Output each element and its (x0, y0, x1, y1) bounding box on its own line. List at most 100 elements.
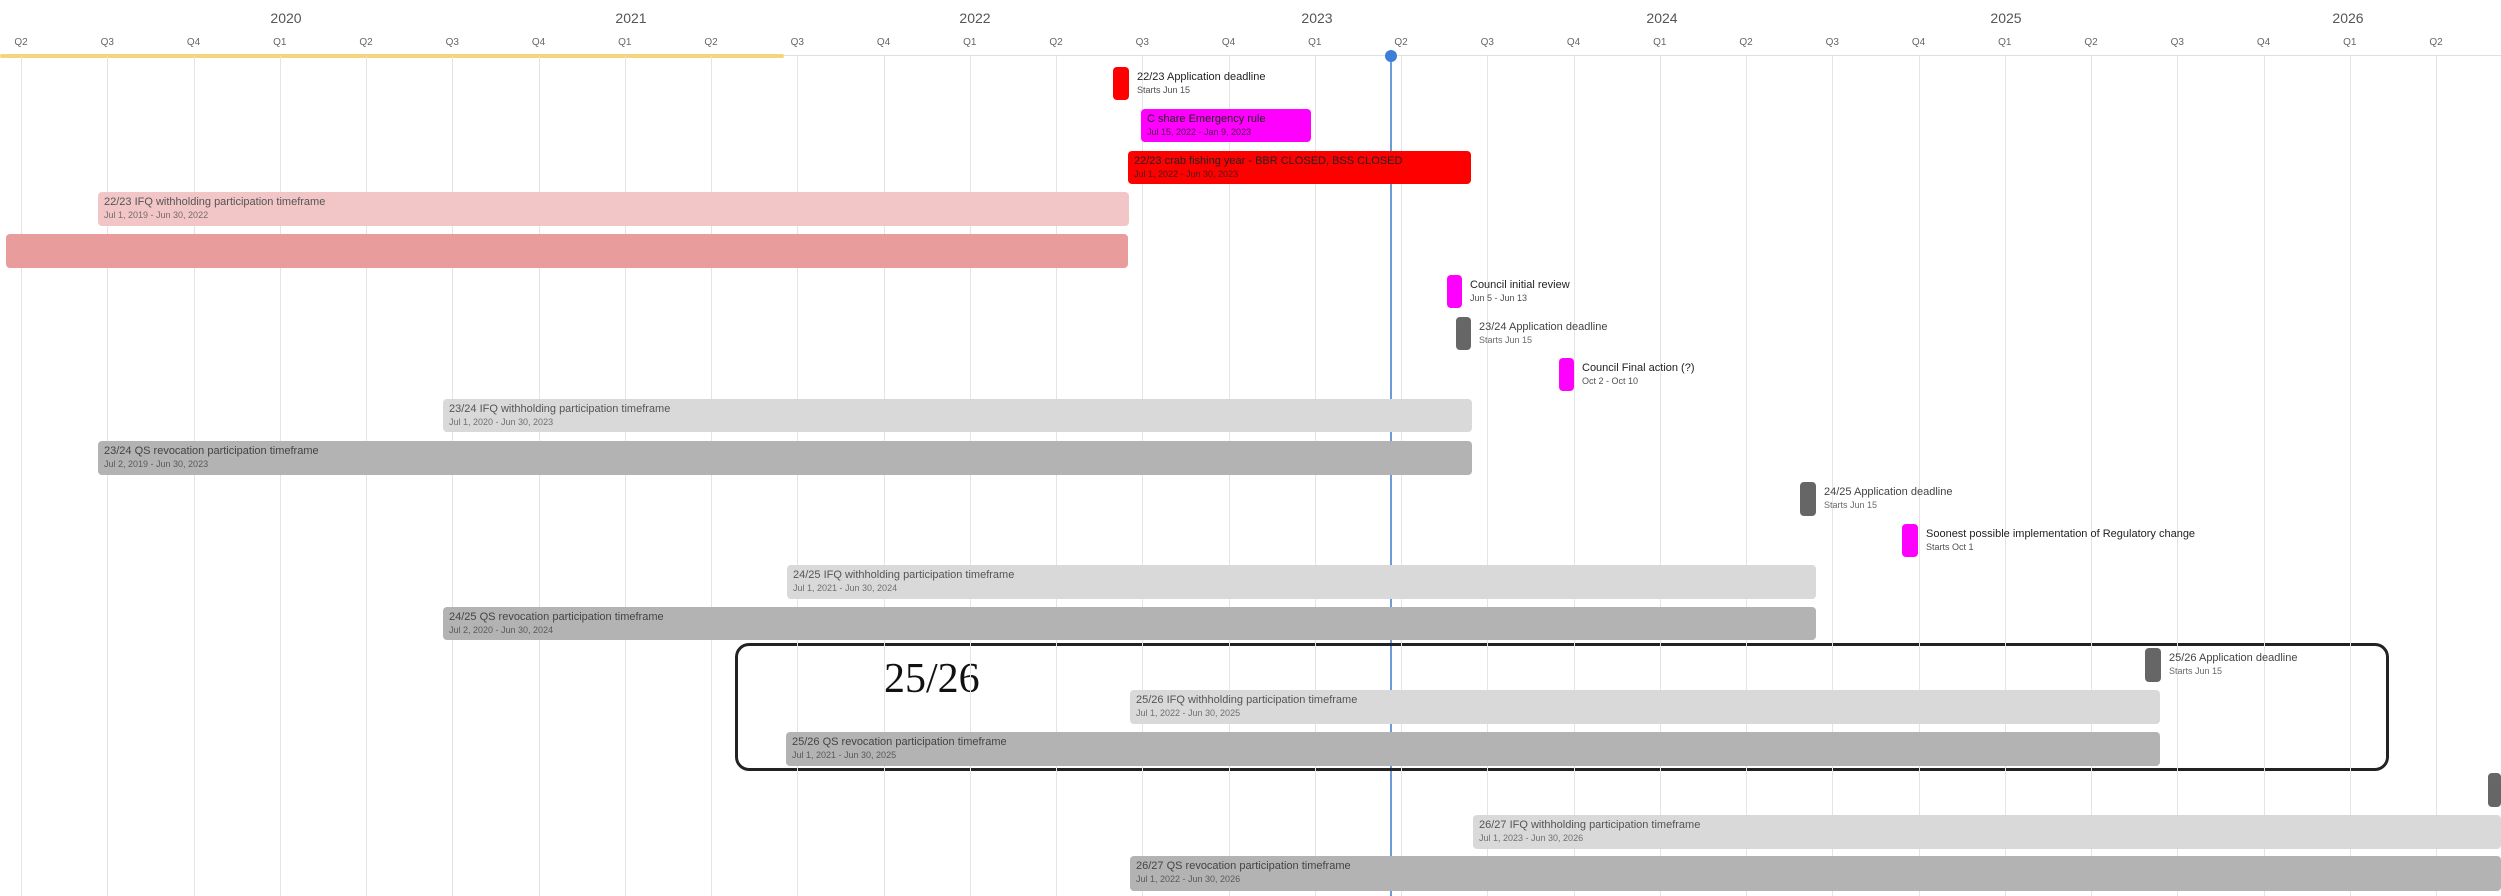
quarter-gridline (625, 56, 626, 896)
quarter-label: Q4 (1911, 37, 1926, 48)
quarter-gridline (2091, 56, 2092, 896)
task-bar[interactable] (2488, 773, 2501, 807)
task-dates: Jul 1, 2021 - Jun 30, 2024 (793, 582, 898, 593)
task-label: 24/25 IFQ withholding participation time… (793, 569, 1014, 594)
quarter-label: Q4 (1566, 37, 1581, 48)
quarter-gridline (797, 56, 798, 896)
quarter-gridline (21, 56, 22, 896)
task-dates: Jul 2, 2019 - Jun 30, 2023 (104, 458, 209, 469)
quarter-gridline (2350, 56, 2351, 896)
task-dates: Jul 1, 2022 - Jun 30, 2023 (1134, 168, 1239, 179)
task-title: Council initial review (1470, 279, 1570, 291)
quarter-label: Q1 (1653, 37, 1667, 48)
quarter-label: Q4 (2256, 37, 2271, 48)
task-label: 22/23 IFQ withholding participation time… (104, 196, 325, 221)
quarter-gridline (1919, 56, 1920, 896)
quarter-label: Q3 (445, 37, 459, 48)
task-label: 22/23 Application deadline Starts Jun 15 (1137, 71, 1265, 96)
task-dates: Starts Jun 15 (1479, 334, 1533, 345)
task-bar[interactable] (1447, 275, 1462, 308)
task-bar[interactable] (1559, 358, 1574, 391)
task-title: 26/27 QS revocation participation timefr… (1136, 860, 1351, 872)
task-title: 22/23 Application deadline (1137, 71, 1266, 83)
task-title: 25/26 IFQ withholding participation time… (1136, 694, 1358, 706)
quarter-gridline (2005, 56, 2006, 896)
task-dates: Jul 2, 2020 - Jun 30, 2024 (449, 624, 554, 635)
task-dates: Jul 1, 2021 - Jun 30, 2025 (792, 749, 897, 760)
quarter-label: Q1 (273, 37, 287, 48)
quarter-label: Q1 (1308, 37, 1322, 48)
task-title: C share Emergency rule (1147, 113, 1266, 125)
quarter-label: Q3 (1825, 37, 1839, 48)
quarter-gridline (711, 56, 712, 896)
quarter-gridline (452, 56, 453, 896)
task-label: Soonest possible implementation of Regul… (1926, 528, 2195, 553)
task-bar[interactable] (1456, 317, 1471, 350)
task-label: 23/24 IFQ withholding participation time… (449, 403, 670, 428)
task-dates: Jul 1, 2023 - Jun 30, 2026 (1479, 832, 1584, 843)
quarter-label: Q4 (876, 37, 891, 48)
quarter-label: Q1 (2343, 37, 2357, 48)
quarter-label: Q4 (531, 37, 546, 48)
task-label: Council initial review Jun 5 - Jun 13 (1470, 279, 1570, 304)
quarter-label: Q3 (790, 37, 804, 48)
task-title: 23/24 QS revocation participation timefr… (104, 445, 319, 457)
quarter-gridline (2436, 56, 2437, 896)
task-label: 26/27 QS revocation participation timefr… (1136, 860, 1351, 885)
task-title: 23/24 IFQ withholding participation time… (449, 403, 671, 415)
quarter-label: Q4 (1221, 37, 1236, 48)
year-label: 2022 (959, 10, 991, 26)
quarter-label: Q2 (704, 37, 718, 48)
quarter-gridline (1746, 56, 1747, 896)
quarter-gridline (107, 56, 108, 896)
quarter-label: Q3 (100, 37, 114, 48)
quarter-gridline (1832, 56, 1833, 896)
today-marker-dot[interactable] (1385, 50, 1397, 62)
task-bar[interactable] (1800, 482, 1816, 516)
task-label: 25/26 IFQ withholding participation time… (1136, 694, 1357, 719)
task-title: Council Final action (?) (1582, 362, 1695, 374)
quarter-label: Q4 (186, 37, 201, 48)
task-bar[interactable] (1113, 67, 1129, 100)
quarter-label: Q2 (14, 37, 28, 48)
task-dates: Starts Jun 15 (2169, 665, 2223, 676)
task-dates: Jul 15, 2022 - Jan 9, 2023 (1147, 126, 1252, 137)
quarter-gridline (1056, 56, 1057, 896)
year-label: 2026 (2332, 10, 2364, 26)
task-title: 23/24 Application deadline (1479, 321, 1608, 333)
quarter-gridline (884, 56, 885, 896)
task-bar[interactable] (2145, 648, 2161, 682)
task-dates: Jul 1, 2020 - Jun 30, 2023 (449, 416, 554, 427)
quarter-label: Q2 (2429, 37, 2443, 48)
task-label: 22/23 crab fishing year - BBR CLOSED, BS… (1134, 155, 1402, 180)
task-dates: Jul 1, 2022 - Jun 30, 2025 (1136, 707, 1241, 718)
quarter-label: Q2 (1739, 37, 1753, 48)
highlight-annotation-label: 25/26 (884, 656, 980, 702)
task-title: 24/25 IFQ withholding participation time… (793, 569, 1015, 581)
year-label: 2025 (1990, 10, 2022, 26)
task-dates: Jun 5 - Jun 13 (1470, 292, 1528, 303)
task-dates: Oct 2 - Oct 10 (1582, 375, 1639, 386)
quarter-gridline (194, 56, 195, 896)
task-title: 25/26 Application deadline (2169, 652, 2298, 664)
quarter-label: Q2 (1394, 37, 1408, 48)
quarter-gridline (1487, 56, 1488, 896)
task-title: 22/23 IFQ withholding participation time… (104, 196, 326, 208)
quarter-gridline (539, 56, 540, 896)
task-title: 24/25 Application deadline (1824, 486, 1953, 498)
task-dates: Jul 1, 2019 - Jun 30, 2022 (104, 209, 209, 220)
task-label: C share Emergency rule Jul 15, 2022 - Jan… (1147, 113, 1266, 138)
task-dates: Starts Jun 15 (1137, 84, 1191, 95)
task-label: 23/24 QS revocation participation timefr… (104, 445, 319, 470)
task-label: 25/26 Application deadline Starts Jun 15 (2169, 652, 2297, 677)
task-title: 26/27 IFQ withholding participation time… (1479, 819, 1701, 831)
quarter-gridline (970, 56, 971, 896)
quarter-label: Q1 (618, 37, 632, 48)
task-title: Soonest possible implementation of Regul… (1926, 528, 2196, 540)
task-bar[interactable] (1902, 524, 1918, 557)
quarter-label: Q2 (2084, 37, 2098, 48)
task-bar[interactable] (6, 234, 1128, 268)
quarter-gridline (1574, 56, 1575, 896)
quarter-label: Q1 (963, 37, 977, 48)
gantt-timeline: 25/26 Q2 Q3 Q4 Q1 Q2 Q3 Q4 Q1 Q2 Q3 Q4 Q1 Q2 Q3 Q4 Q1 Q2… (0, 0, 2501, 896)
